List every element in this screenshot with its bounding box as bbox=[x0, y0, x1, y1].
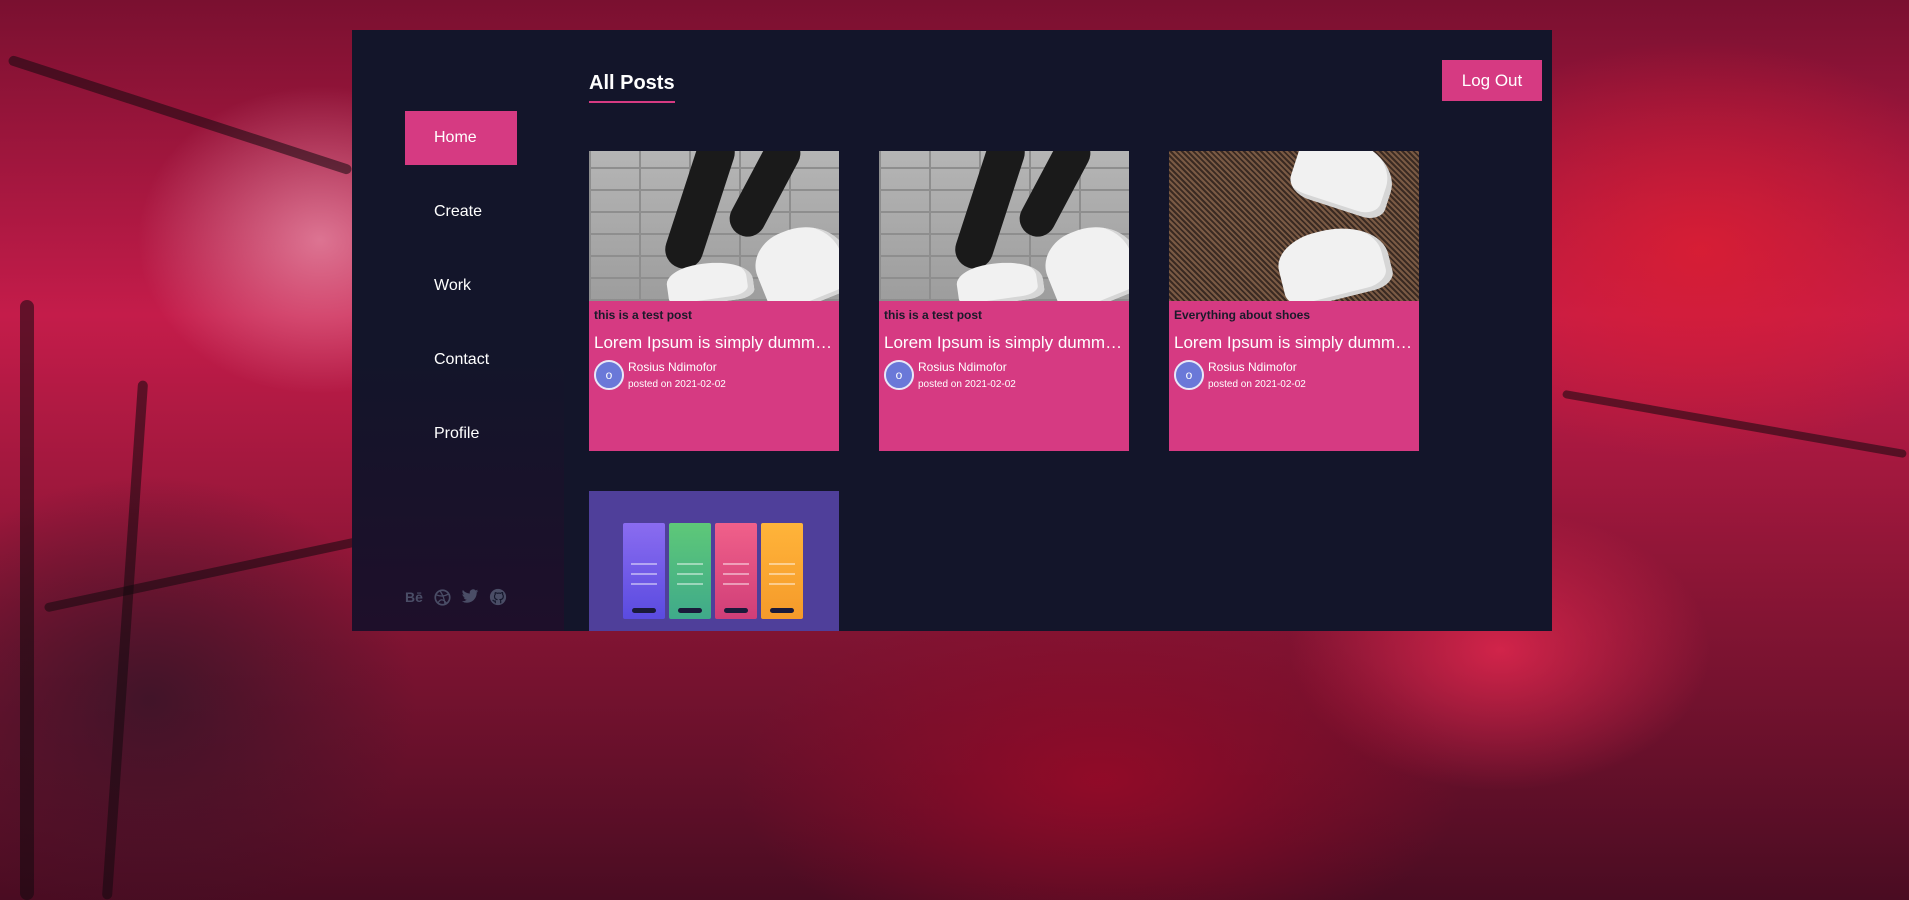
post-author: o Rosius Ndimofor posted on 2021-02-02 bbox=[884, 360, 1124, 390]
post-card[interactable] bbox=[589, 491, 839, 631]
author-name: Rosius Ndimofor bbox=[918, 360, 1007, 374]
background-branch bbox=[20, 300, 34, 900]
sidebar: Home Create Work Contact Profile Bē bbox=[352, 30, 564, 631]
avatar: o bbox=[594, 360, 624, 390]
post-title[interactable]: Lorem Ipsum is simply dummy text of the … bbox=[594, 333, 834, 353]
post-image bbox=[589, 151, 839, 301]
behance-icon[interactable]: Bē bbox=[404, 587, 424, 607]
sidebar-nav: Home Create Work Contact Profile bbox=[405, 111, 517, 481]
post-category: Everything about shoes bbox=[1174, 308, 1311, 322]
main-content: All Posts Log Out this is a test post Lo… bbox=[564, 30, 1552, 631]
dribbble-icon[interactable] bbox=[432, 587, 452, 607]
background-branch bbox=[1561, 389, 1908, 459]
post-category: this is a test post bbox=[884, 308, 983, 322]
sidebar-item-work[interactable]: Work bbox=[405, 259, 517, 313]
posts-grid: this is a test post Lorem Ipsum is simpl… bbox=[589, 151, 1449, 631]
post-card[interactable]: this is a test post Lorem Ipsum is simpl… bbox=[589, 151, 839, 451]
sidebar-item-contact[interactable]: Contact bbox=[405, 333, 517, 387]
post-category: this is a test post bbox=[594, 308, 693, 322]
background-branch bbox=[7, 54, 353, 176]
post-date: posted on 2021-02-02 bbox=[918, 379, 1016, 390]
post-title[interactable]: Lorem Ipsum is simply dummy text of the … bbox=[884, 333, 1124, 353]
page-title: All Posts bbox=[589, 72, 675, 103]
post-image bbox=[879, 151, 1129, 301]
post-author: o Rosius Ndimofor posted on 2021-02-02 bbox=[594, 360, 834, 390]
post-card[interactable]: this is a test post Lorem Ipsum is simpl… bbox=[879, 151, 1129, 451]
log-out-button[interactable]: Log Out bbox=[1442, 60, 1542, 101]
sidebar-item-profile[interactable]: Profile bbox=[405, 407, 517, 461]
app-window: Home Create Work Contact Profile Bē All … bbox=[352, 30, 1552, 631]
post-card[interactable]: Everything about shoes Lorem Ipsum is si… bbox=[1169, 151, 1419, 451]
background-branch bbox=[101, 380, 149, 900]
post-date: posted on 2021-02-02 bbox=[1208, 379, 1306, 390]
social-links: Bē bbox=[404, 587, 508, 607]
avatar: o bbox=[1174, 360, 1204, 390]
twitter-icon[interactable] bbox=[460, 587, 480, 607]
avatar: o bbox=[884, 360, 914, 390]
post-image bbox=[1169, 151, 1419, 301]
author-name: Rosius Ndimofor bbox=[1208, 360, 1297, 374]
sidebar-item-create[interactable]: Create bbox=[405, 185, 517, 239]
post-image bbox=[589, 491, 839, 631]
sidebar-item-home[interactable]: Home bbox=[405, 111, 517, 165]
author-name: Rosius Ndimofor bbox=[628, 360, 717, 374]
post-date: posted on 2021-02-02 bbox=[628, 379, 726, 390]
post-title[interactable]: Lorem Ipsum is simply dummy text of the … bbox=[1174, 333, 1414, 353]
github-icon[interactable] bbox=[488, 587, 508, 607]
post-author: o Rosius Ndimofor posted on 2021-02-02 bbox=[1174, 360, 1414, 390]
